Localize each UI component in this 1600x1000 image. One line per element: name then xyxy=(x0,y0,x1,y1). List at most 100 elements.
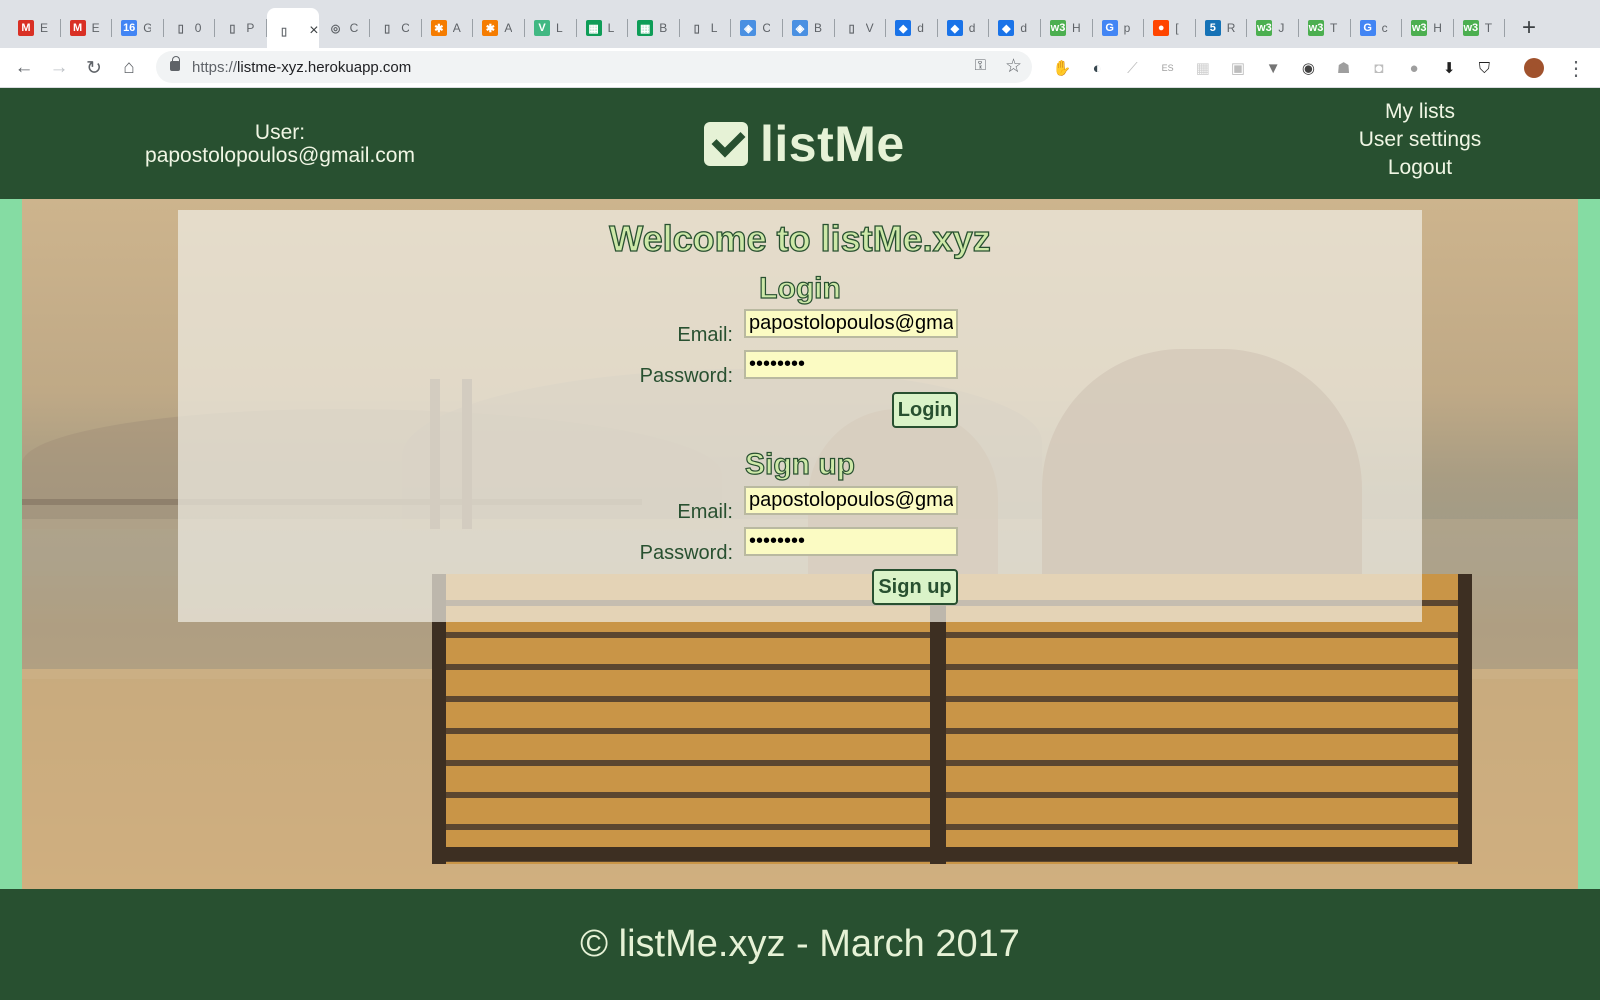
browser-tab[interactable]: ◈ B xyxy=(783,10,835,46)
browser-tab[interactable]: ME xyxy=(9,10,61,46)
browser-tab[interactable]: VL xyxy=(525,10,577,46)
browser-tab[interactable]: ◆ d xyxy=(989,10,1041,46)
w3-icon: w3 xyxy=(1256,20,1273,36)
browser-tab[interactable]: w3 H xyxy=(1402,10,1454,46)
browser-tab[interactable]: w3 T xyxy=(1454,10,1506,46)
tab-title: d xyxy=(1020,21,1028,35)
browser-menu-icon[interactable]: ⋮ xyxy=(1566,56,1586,81)
home-icon[interactable]: ⌂ xyxy=(115,54,143,82)
login-password-label-wrap: Password: xyxy=(578,365,733,393)
browser-tab[interactable]: ◆ d xyxy=(886,10,938,46)
tab-title: p xyxy=(1123,21,1131,35)
login-button[interactable]: Login xyxy=(892,392,958,428)
bookmark-star-icon[interactable]: ☆ xyxy=(1005,55,1022,78)
login-email-label-wrap: Email: xyxy=(578,324,733,352)
document-icon: ▯ xyxy=(848,22,855,35)
document-icon: ▯ xyxy=(693,22,700,35)
browser-tab[interactable]: w3 H xyxy=(1041,10,1093,46)
user-email: papostolopoulos@gmail.com xyxy=(145,144,415,167)
tab-title: A xyxy=(504,21,513,35)
browser-tab[interactable]: ●[ xyxy=(1144,10,1196,46)
tab-title: d xyxy=(968,21,976,35)
tab-title: c xyxy=(1381,21,1388,35)
browser-tab[interactable]: ▯ 0 xyxy=(164,10,216,46)
close-tab-icon[interactable]: × xyxy=(309,22,318,40)
brand-logo[interactable]: listMe xyxy=(704,114,905,174)
browser-tab[interactable]: ✱ A xyxy=(473,10,525,46)
signup-button[interactable]: Sign up xyxy=(872,569,958,605)
login-password-input[interactable] xyxy=(744,350,958,379)
tab-title: R xyxy=(1226,21,1235,35)
tab-title: 0 xyxy=(194,21,202,35)
login-email-input[interactable] xyxy=(744,309,958,338)
signup-email-input[interactable] xyxy=(744,486,958,515)
main-area: Welcome to listMe.xyz Login Email: Passw… xyxy=(0,199,1600,889)
browser-tab[interactable]: ✱ A xyxy=(422,10,474,46)
browser-tab[interactable]: ◆ d xyxy=(938,10,990,46)
profile-avatar-icon[interactable]: ● xyxy=(1523,58,1544,78)
footer-copyright: © listMe.xyz - March 2017 xyxy=(580,923,1020,965)
tab-title: T xyxy=(1484,21,1493,35)
grid-icon[interactable]: ▦ xyxy=(1193,58,1213,78)
shield-outline-icon[interactable]: ⛉ xyxy=(1474,58,1494,78)
browser-tab[interactable]: ▯ C xyxy=(370,10,422,46)
url-text: https://listme-xyz.herokuapp.com xyxy=(192,59,411,76)
feather-icon[interactable]: ⟋ xyxy=(1122,58,1142,78)
nav-my-lists[interactable]: My lists xyxy=(1340,98,1500,126)
circle-icon[interactable]: ● xyxy=(1404,58,1424,78)
browser-tab[interactable]: ▦ L xyxy=(577,10,629,46)
url-host: listme-xyz.herokuapp.com xyxy=(237,59,412,76)
tab-title: J xyxy=(1278,21,1285,35)
checkbox-icon xyxy=(704,122,748,166)
robot-icon[interactable]: ☗ xyxy=(1334,58,1354,78)
google-icon: G xyxy=(1101,20,1118,36)
site-header: User: papostolopoulos@gmail.com listMe M… xyxy=(0,88,1600,199)
mask-icon[interactable]: ◐ xyxy=(1087,58,1107,78)
adblock-icon[interactable]: ✋ xyxy=(1052,58,1072,78)
download-icon[interactable]: ⬇ xyxy=(1439,58,1459,78)
es-icon[interactable]: ES xyxy=(1158,58,1178,78)
signup-email-label: Email: xyxy=(677,501,733,523)
tab-title: E xyxy=(40,21,48,35)
shield-icon: ◈ xyxy=(740,20,757,36)
signup-password-label: Password: xyxy=(639,542,733,564)
login-heading: Login xyxy=(759,271,842,305)
reload-icon[interactable]: ↻ xyxy=(80,54,108,82)
nav-logout[interactable]: Logout xyxy=(1340,154,1500,182)
signup-password-input[interactable] xyxy=(744,527,958,556)
browser-tab[interactable]: ME xyxy=(61,10,113,46)
browser-tab[interactable]: ▯ L xyxy=(680,10,732,46)
tab-title: T xyxy=(1330,21,1338,35)
browser-tab[interactable]: ◈ C xyxy=(731,10,783,46)
browser-tab[interactable]: 5R xyxy=(1196,10,1248,46)
vue-icon: V xyxy=(534,20,550,36)
browser-tab[interactable]: ▦ B xyxy=(628,10,680,46)
photo-bench-rail xyxy=(432,847,1472,861)
box-icon[interactable]: ▣ xyxy=(1228,58,1248,78)
browser-tab[interactable]: ▯ P xyxy=(215,10,267,46)
vue-devtools-icon[interactable]: ▼ xyxy=(1263,58,1283,78)
new-tab-button[interactable]: + xyxy=(1518,14,1540,42)
tab-title: C xyxy=(401,21,410,35)
w3-icon: w3 xyxy=(1308,20,1324,36)
car-icon[interactable]: ◘ xyxy=(1369,58,1389,78)
bulb-icon[interactable]: ◉ xyxy=(1298,58,1318,78)
browser-tab[interactable]: 16 G xyxy=(112,10,164,46)
user-label: User: xyxy=(254,121,306,144)
browser-tab[interactable]: Gp xyxy=(1093,10,1145,46)
login-email-label: Email: xyxy=(677,324,733,346)
nav-user-settings[interactable]: User settings xyxy=(1340,126,1500,154)
tab-title: G xyxy=(143,21,152,35)
browser-tab[interactable]: w3 J xyxy=(1247,10,1299,46)
bird-icon: ◆ xyxy=(895,20,912,36)
browser-tab[interactable]: Gc xyxy=(1351,10,1403,46)
browser-tab[interactable]: ◎ C xyxy=(319,10,371,46)
key-icon[interactable]: ⚿ xyxy=(975,57,986,74)
back-arrow-icon[interactable]: ← xyxy=(10,54,38,82)
browser-tab[interactable]: w3 T xyxy=(1299,10,1351,46)
tab-title: B xyxy=(814,21,822,35)
asterisk-icon: ✱ xyxy=(430,20,447,36)
forward-arrow-icon[interactable]: → xyxy=(45,54,73,82)
browser-tab[interactable]: ▯ V xyxy=(835,10,887,46)
address-bar[interactable]: https://listme-xyz.herokuapp.com ⚿ ☆ xyxy=(156,51,1032,83)
